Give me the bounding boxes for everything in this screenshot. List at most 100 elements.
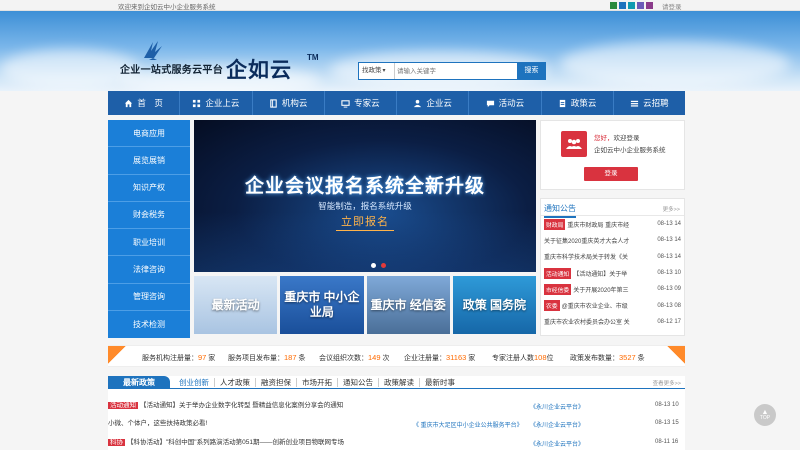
nav-item-company-cloud[interactable]: 企业云: [397, 91, 470, 115]
policy-section: 最新政策 创业创新 人才政策 融资担保 市场开拓 通知公告 政策解读 最新时事 …: [108, 376, 685, 450]
notice-row[interactable]: 关于征集2020重庆英才大会人才 08-13 14: [541, 232, 684, 248]
nav-label: 专家云: [354, 98, 380, 108]
theme-swatch[interactable]: [628, 2, 635, 9]
grid-icon: [193, 99, 201, 107]
thumb-state-council-policy[interactable]: 政策 国务院: [452, 276, 536, 334]
ribbon-left: [108, 346, 130, 368]
policy-tab[interactable]: 最新时事: [420, 378, 460, 387]
policy-tab[interactable]: 创业创新: [174, 378, 215, 387]
search-input[interactable]: [397, 64, 515, 78]
carousel-subtitle: 智能制造，报名系统升级: [318, 201, 412, 211]
theme-swatch[interactable]: [646, 2, 653, 9]
stat-item: 会议组织次数：149 次: [319, 353, 390, 362]
logo-tagline: 企业一站式服务云平台: [120, 65, 223, 76]
login-box: 您好，欢迎登录 企如云中小企业服务系统 登录: [540, 120, 685, 190]
home-icon: [125, 99, 133, 107]
welcome-text: 欢迎来到企如云中小企业服务系统: [118, 4, 216, 11]
chat-icon: [486, 100, 494, 107]
policy-platform: 《永川企业云平台》: [530, 442, 585, 448]
stat-item: 服务机构注册量：97 家: [142, 353, 216, 362]
side-menu-item[interactable]: 展览展销: [108, 147, 190, 175]
nav-label: 机构云: [281, 98, 308, 108]
search-category-select[interactable]: 找政策: [359, 63, 395, 79]
nav-item-expert-cloud[interactable]: 专家云: [325, 91, 397, 115]
policy-platform: 《永川企业云平台》: [530, 423, 585, 429]
theme-swatch[interactable]: [637, 2, 644, 9]
policy-date: 08-13 15: [655, 420, 679, 426]
side-menu-item[interactable]: 职业培训: [108, 229, 190, 257]
book-icon: [270, 98, 277, 108]
policy-tab[interactable]: 市场开拓: [297, 378, 338, 387]
theme-swatch[interactable]: [619, 2, 626, 9]
logo-name[interactable]: 企如云: [226, 54, 292, 84]
login-greeting: 您好，欢迎登录: [594, 135, 640, 142]
policy-row[interactable]: 活动通知 【活动通知】关于举办企业数字化转型 暨精益信息化案例分享会的通知: [108, 400, 343, 411]
policy-tab[interactable]: 政策解读: [379, 378, 420, 387]
policy-tabs: 创业创新 人才政策 融资担保 市场开拓 通知公告 政策解读 最新时事: [174, 378, 460, 387]
carousel-dot[interactable]: [371, 263, 376, 268]
policy-tab[interactable]: 融资担保: [256, 378, 297, 387]
thumb-label: 最新活动: [211, 297, 260, 312]
nav-label: 企业云: [426, 98, 452, 108]
carousel-cta[interactable]: 立即报名: [194, 213, 536, 231]
top-bar: 欢迎来到企如云中小企业服务系统 请登录: [0, 0, 800, 11]
policy-more-link[interactable]: 查看更多>>: [653, 379, 681, 387]
notice-row[interactable]: 市经信委 关于开展2020年第三 08-13 09: [541, 281, 684, 297]
policy-row[interactable]: 小微、个体户，这些扶持政策必看!: [108, 418, 207, 429]
logo-trademark: TM: [307, 53, 319, 62]
notice-row[interactable]: 重庆市农业农村委员会办公室 关 08-12 17: [541, 314, 684, 330]
stat-item: 服务项目发布量：187 条: [228, 353, 306, 362]
search-button[interactable]: 搜索: [517, 62, 546, 80]
notice-panel: 通知公告 更多>> 财政局 重庆市财政局 重庆市经 08-13 14 关于征集202…: [540, 198, 685, 336]
nav-item-recruitment-cloud[interactable]: 云招聘: [614, 91, 685, 115]
policy-label: 最新政策: [108, 376, 170, 389]
nav-label: 首 页: [137, 98, 163, 108]
policy-platform: 《永川企业云平台》: [530, 405, 585, 411]
banner-carousel[interactable]: 企业会议报名系统全新升级 智能制造，报名系统升级 立即报名: [194, 120, 536, 272]
nav-label: 活动云: [498, 98, 525, 108]
notice-row[interactable]: 农委 @重庆市农业企业、市级 08-13 08: [541, 297, 684, 313]
nav-label: 政策云: [570, 98, 597, 108]
notice-row[interactable]: 财政局 重庆市财政局 重庆市经 08-13 14: [541, 216, 684, 232]
list-icon: [631, 100, 639, 107]
stat-item: 政策发布数量：3527 条: [570, 353, 645, 362]
nav-item-institution-cloud[interactable]: 机构云: [253, 91, 325, 115]
thumb-label: 重庆市 中小企业局: [284, 290, 360, 319]
top-login-link[interactable]: 请登录: [662, 1, 682, 11]
logo-wing-icon: [144, 41, 162, 60]
side-menu-item[interactable]: 法律咨询: [108, 256, 190, 284]
feature-thumbnails: 最新活动 重庆市 中小企业局 重庆市 经信委 政策 国务院: [194, 276, 536, 334]
side-menu-item[interactable]: 财会税务: [108, 202, 190, 229]
thumb-sme-bureau[interactable]: 重庆市 中小企业局: [280, 276, 364, 334]
theme-switcher: [610, 2, 653, 9]
main-nav: 首 页 企业上云 机构云 专家云 企业云 活动云 政策云 云招聘: [108, 91, 685, 115]
nav-item-home[interactable]: 首 页: [108, 91, 181, 115]
back-to-top-button[interactable]: ▲ TOP: [754, 404, 776, 426]
nav-item-policy-cloud[interactable]: 政策云: [542, 91, 614, 115]
policy-date: 08-11 16: [655, 439, 679, 445]
side-menu-item[interactable]: 管理咨询: [108, 284, 190, 311]
header-banner: 企业一站式服务云平台 企如云 TM 找政策 搜索: [0, 11, 800, 91]
carousel-dot-active[interactable]: [381, 263, 386, 268]
side-menu-item[interactable]: 电商应用: [108, 120, 190, 148]
notice-row[interactable]: 活动通知 【活动通知】关于举 08-13 10: [541, 265, 684, 281]
notice-row[interactable]: 重庆市科学技术局关于转发《关 08-13 14: [541, 249, 684, 265]
policy-source: 《 重庆市大足区中小企业公共服务平台》: [413, 423, 523, 429]
thumb-label: 重庆市 经信委: [370, 297, 446, 312]
thumb-label: 政策 国务院: [462, 297, 527, 312]
search-bar: 找政策 搜索: [358, 62, 546, 80]
thumb-economic-commission[interactable]: 重庆市 经信委: [366, 276, 450, 334]
policy-row[interactable]: 科协 【科协活动】"科创中国"系列路演活动第051期——创新创业项目物联网专场: [108, 437, 344, 448]
side-menu-item[interactable]: 知识产权: [108, 175, 190, 202]
side-menu-item[interactable]: 技术检测: [108, 311, 190, 338]
thumb-latest-activity[interactable]: 最新活动: [194, 276, 278, 334]
policy-tab[interactable]: 通知公告: [338, 378, 379, 387]
nav-item-activity-cloud[interactable]: 活动云: [469, 91, 542, 115]
theme-swatch[interactable]: [610, 2, 617, 9]
login-button[interactable]: 登录: [584, 167, 638, 181]
policy-tab[interactable]: 人才政策: [215, 378, 256, 387]
document-icon: [559, 99, 566, 107]
notice-more-link[interactable]: 更多>>: [663, 205, 680, 213]
policy-date: 08-13 10: [655, 402, 679, 408]
nav-item-enterprise-cloud[interactable]: 企业上云: [180, 91, 253, 115]
